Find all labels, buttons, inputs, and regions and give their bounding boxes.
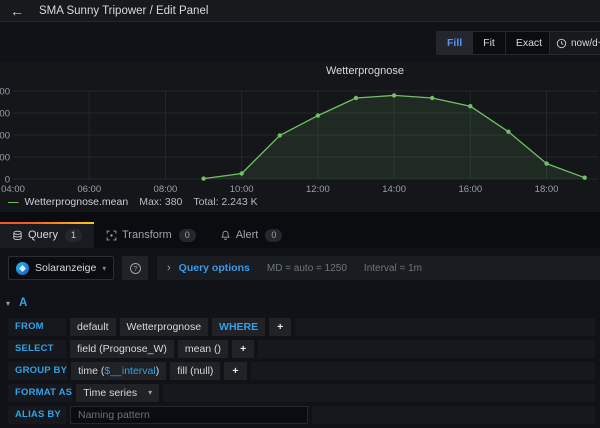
legend-series-name[interactable]: Wetterprognose.mean — [25, 196, 129, 208]
format-select[interactable]: Time series▾ — [76, 384, 159, 402]
legend-max: Max: 380 — [139, 196, 182, 208]
datasource-name: Solaranzeige — [35, 262, 96, 274]
row-filler — [258, 340, 595, 358]
svg-text:100: 100 — [0, 153, 10, 164]
divider — [0, 212, 600, 222]
svg-text:?: ? — [133, 264, 137, 273]
top-nav: ← SMA Sunny Tripower / Edit Panel — [0, 0, 600, 22]
query-ref-header[interactable]: ▾ A — [6, 297, 27, 309]
svg-text:12:00: 12:00 — [306, 184, 330, 194]
chart-legend: — Wetterprognose.mean Max: 380 Total: 2.… — [8, 196, 258, 208]
chevron-right-icon: › — [167, 263, 171, 274]
help-icon: ? — [129, 262, 142, 275]
tab-count-badge: 0 — [265, 229, 282, 242]
time-range-picker[interactable]: now/d+4 — [549, 31, 600, 55]
max-data-points-summary: MD = auto = 1250 — [267, 263, 347, 274]
panel: Wetterprognose 010020030040004:0006:0008… — [0, 62, 600, 212]
panel-size-mode-group: Fill Fit Exact — [436, 31, 553, 55]
tab-label: Query — [28, 229, 58, 241]
svg-text:10:00: 10:00 — [230, 184, 254, 194]
add-part-button[interactable]: + — [232, 340, 254, 358]
svg-text:08:00: 08:00 — [154, 184, 178, 194]
size-mode-exact-button[interactable]: Exact — [505, 32, 552, 54]
tab-count-badge: 0 — [179, 229, 196, 242]
svg-text:200: 200 — [0, 131, 10, 142]
query-keyword-label: FORMAT AS — [8, 384, 72, 402]
legend-total: Total: 2.243 K — [193, 196, 257, 208]
tab-label: Alert — [236, 229, 259, 241]
query-options-header[interactable]: › Query options MD = auto = 1250 Interva… — [157, 256, 600, 280]
legend-series-color: — — [8, 196, 19, 208]
tab-query[interactable]: Query 1 — [0, 222, 94, 248]
size-mode-fill-button[interactable]: Fill — [437, 32, 472, 54]
query-row: FROMdefaultWetterprognoseWHERE+ — [8, 318, 595, 336]
query-keyword-label: FROM — [8, 318, 66, 336]
query-row: SELECTfield (Prognose_W)mean ()+ — [8, 340, 595, 358]
query-segment[interactable]: time ($__interval) — [71, 362, 166, 380]
row-filler — [312, 406, 595, 424]
caret-down-icon: ▾ — [148, 384, 152, 402]
breadcrumb: SMA Sunny Tripower / Edit Panel — [39, 5, 208, 17]
svg-text:300: 300 — [0, 109, 10, 120]
query-keyword-label: GROUP BY — [8, 362, 67, 380]
query-ref-id: A — [19, 297, 27, 309]
time-range-label: now/d+4 — [571, 38, 600, 49]
query-row: GROUP BYtime ($__interval)fill (null)+ — [8, 362, 595, 380]
svg-text:18:00: 18:00 — [535, 184, 559, 194]
database-icon — [12, 230, 23, 241]
alias-input[interactable] — [70, 406, 308, 424]
bell-icon — [220, 230, 231, 241]
query-segment[interactable]: fill (null) — [170, 362, 220, 380]
query-toolbar: Solaranzeige ▾ ? › Query options MD = au… — [8, 256, 600, 280]
add-part-button[interactable]: + — [269, 318, 291, 336]
tab-count-badge: 1 — [65, 229, 82, 242]
tab-alert[interactable]: Alert 0 — [208, 222, 295, 248]
row-filler — [295, 318, 595, 336]
query-keyword-label: ALIAS BY — [8, 406, 66, 424]
datasource-select[interactable]: Solaranzeige ▾ — [8, 256, 114, 280]
add-part-button[interactable]: + — [224, 362, 246, 380]
query-segment[interactable]: mean () — [178, 340, 228, 358]
svg-text:06:00: 06:00 — [77, 184, 101, 194]
chevron-down-icon: ▾ — [102, 264, 106, 273]
tab-label: Transform — [122, 229, 172, 241]
collapse-chevron-icon: ▾ — [6, 299, 10, 308]
transform-icon — [106, 230, 117, 241]
tab-transform[interactable]: Transform 0 — [94, 222, 208, 248]
datasource-icon — [16, 262, 29, 275]
size-mode-fit-button[interactable]: Fit — [472, 32, 505, 54]
query-builder: FROMdefaultWetterprognoseWHERE+SELECTfie… — [8, 318, 595, 428]
chart-series — [201, 93, 587, 181]
svg-text:16:00: 16:00 — [458, 184, 482, 194]
datasource-help-button[interactable]: ? — [122, 256, 148, 280]
svg-text:14:00: 14:00 — [382, 184, 406, 194]
query-segment[interactable]: Wetterprognose — [120, 318, 209, 336]
svg-text:400: 400 — [0, 87, 10, 98]
svg-text:04:00: 04:00 — [1, 184, 25, 194]
where-keyword-button[interactable]: WHERE — [212, 318, 265, 336]
row-filler — [163, 384, 595, 402]
timeseries-chart[interactable]: 010020030040004:0006:0008:0010:0012:0014… — [0, 62, 600, 194]
query-segment[interactable]: field (Prognose_W) — [70, 340, 174, 358]
editor-tabs: Query 1 Transform 0 Alert 0 — [0, 222, 600, 248]
query-segment[interactable]: default — [70, 318, 116, 336]
back-arrow-icon[interactable]: ← — [10, 4, 24, 18]
clock-icon — [556, 38, 567, 49]
row-filler — [251, 362, 595, 380]
query-row: FORMAT ASTime series▾ — [8, 384, 595, 402]
query-options-label: Query options — [179, 262, 250, 274]
interval-summary: Interval = 1m — [364, 263, 422, 274]
query-keyword-label: SELECT — [8, 340, 66, 358]
query-row: ALIAS BY — [8, 406, 595, 424]
